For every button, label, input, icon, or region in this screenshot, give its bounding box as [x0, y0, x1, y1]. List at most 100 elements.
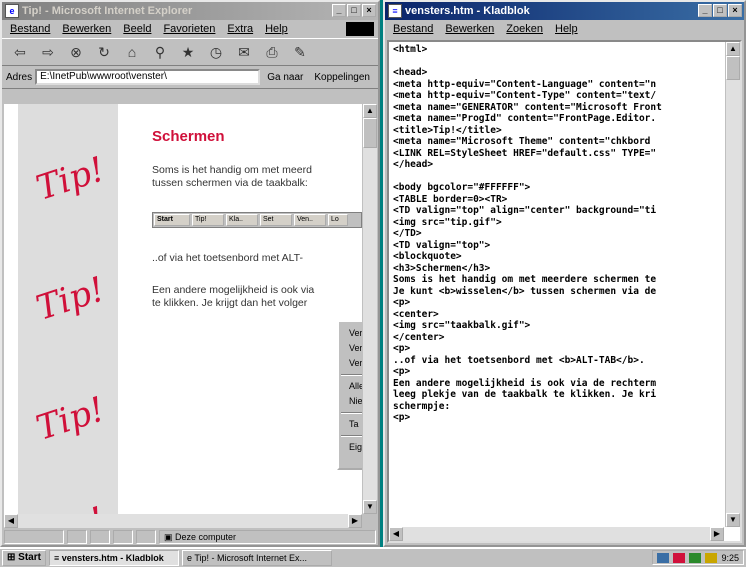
- code-line[interactable]: leeg plekje van de taakbalk te klikken. …: [393, 389, 722, 401]
- code-line[interactable]: schermpje:: [393, 401, 722, 413]
- notepad-app-icon: ≡: [388, 4, 402, 18]
- code-line[interactable]: <p>: [393, 412, 722, 424]
- print-icon[interactable]: ⎙: [262, 43, 282, 61]
- home-icon[interactable]: ⌂: [122, 43, 142, 61]
- menu-bewerken[interactable]: Bewerken: [62, 23, 111, 35]
- code-line[interactable]: <TD valign="top">: [393, 240, 722, 252]
- image-item: Lo: [328, 214, 348, 226]
- links-button[interactable]: Koppelingen: [310, 72, 374, 83]
- code-line[interactable]: <meta http-equiv="Content-Type" content=…: [393, 90, 722, 102]
- notepad-horizontal-scrollbar[interactable]: ◀ ▶: [389, 527, 724, 541]
- notepad-text-area[interactable]: <html> <head> <meta http-equiv="Content-L…: [387, 40, 742, 543]
- favorites-icon[interactable]: ★: [178, 43, 198, 61]
- ie-page-viewport[interactable]: Tip! Tip! Tip! Tip! Schermen Soms is het…: [4, 104, 362, 514]
- minimize-button[interactable]: _: [332, 4, 346, 17]
- code-line[interactable]: <h3>Schermen</h3>: [393, 263, 722, 275]
- maximize-button[interactable]: □: [347, 4, 361, 17]
- code-line[interactable]: <img src="tip.gif">: [393, 217, 722, 229]
- search-icon[interactable]: ⚲: [150, 43, 170, 61]
- close-button[interactable]: ×: [728, 4, 742, 17]
- clock[interactable]: 9:25: [721, 553, 739, 563]
- code-line[interactable]: <meta http-equiv="Content-Language" cont…: [393, 79, 722, 91]
- code-line[interactable]: <body bgcolor="#FFFFFF">: [393, 182, 722, 194]
- code-line[interactable]: </TD>: [393, 228, 722, 240]
- forward-icon[interactable]: ⇨: [38, 43, 58, 61]
- code-line[interactable]: <html>: [393, 44, 722, 56]
- tray-icon[interactable]: [657, 552, 670, 563]
- code-line[interactable]: Een andere mogelijkheid is ook via de re…: [393, 378, 722, 390]
- ie-horizontal-scrollbar[interactable]: ◀ ▶: [4, 514, 362, 528]
- scroll-right-button[interactable]: ▶: [710, 527, 724, 541]
- scroll-left-button[interactable]: ◀: [389, 527, 403, 541]
- tray-icon[interactable]: [689, 552, 702, 563]
- taskbar-button-ie[interactable]: e Tip! - Microsoft Internet Ex...: [181, 550, 332, 566]
- code-line[interactable]: <head>: [393, 67, 722, 79]
- notepad-title: vensters.htm - Kladblok: [405, 5, 530, 17]
- go-button[interactable]: Ga naar: [263, 72, 307, 83]
- code-line[interactable]: <blockquote>: [393, 251, 722, 263]
- close-button[interactable]: ×: [362, 4, 376, 17]
- maximize-button[interactable]: □: [713, 4, 727, 17]
- address-input[interactable]: E:\InetPub\wwwroot\venster\: [35, 69, 261, 85]
- minimize-button[interactable]: _: [698, 4, 712, 17]
- scroll-down-button[interactable]: ▼: [726, 513, 740, 527]
- scroll-up-button[interactable]: ▲: [726, 42, 740, 56]
- taskbar-button-notepad[interactable]: ≡ vensters.htm - Kladblok: [48, 550, 179, 566]
- back-icon[interactable]: ⇦: [10, 43, 30, 61]
- notepad-titlebar[interactable]: ≡ vensters.htm - Kladblok _ □ ×: [385, 2, 744, 20]
- menu-bewerken[interactable]: Bewerken: [445, 23, 494, 35]
- code-line[interactable]: </center>: [393, 332, 722, 344]
- code-line[interactable]: ..of via het toetsenbord met <b>ALT-TAB<…: [393, 355, 722, 367]
- code-line[interactable]: [393, 171, 722, 183]
- stop-icon[interactable]: ⊗: [66, 43, 86, 61]
- tray-icon[interactable]: [673, 552, 686, 563]
- code-line[interactable]: [393, 56, 722, 68]
- code-line[interactable]: Soms is het handig om met meerdere scher…: [393, 274, 722, 286]
- code-line[interactable]: <meta name="GENERATOR" content="Microsof…: [393, 102, 722, 114]
- code-line[interactable]: <title>Tip!</title>: [393, 125, 722, 137]
- taskbar-button-label: Tip! - Microsoft Internet Ex...: [194, 553, 308, 563]
- scroll-down-button[interactable]: ▼: [363, 500, 377, 514]
- edit-icon[interactable]: ✎: [290, 43, 310, 61]
- code-text[interactable]: <html> <head> <meta http-equiv="Content-L…: [393, 44, 722, 523]
- code-line[interactable]: <p>: [393, 297, 722, 309]
- menu-beeld[interactable]: Beeld: [123, 23, 151, 35]
- scroll-up-button[interactable]: ▲: [363, 104, 377, 118]
- mail-icon[interactable]: ✉: [234, 43, 254, 61]
- code-line[interactable]: <img src="taakbalk.gif">: [393, 320, 722, 332]
- code-line[interactable]: <TABLE border=0><TR>: [393, 194, 722, 206]
- menu-help[interactable]: Help: [265, 23, 288, 35]
- code-line[interactable]: </head>: [393, 159, 722, 171]
- ie-toolbar: ⇦ ⇨ ⊗ ↻ ⌂ ⚲ ★ ◷ ✉ ⎙ ✎: [2, 38, 378, 66]
- scroll-left-button[interactable]: ◀: [4, 514, 18, 528]
- code-line[interactable]: <center>: [393, 309, 722, 321]
- tip-image: Tip!: [31, 149, 110, 209]
- menu-favorieten[interactable]: Favorieten: [163, 23, 215, 35]
- scroll-thumb[interactable]: [363, 118, 377, 148]
- menu-extra[interactable]: Extra: [227, 23, 253, 35]
- code-line[interactable]: Je kunt <b>wisselen</b> tussen schermen …: [393, 286, 722, 298]
- code-line[interactable]: <p>: [393, 343, 722, 355]
- menu-help[interactable]: Help: [555, 23, 578, 35]
- notepad-small-icon: ≡: [53, 553, 62, 563]
- code-line[interactable]: <LINK REL=StyleSheet HREF="default.css" …: [393, 148, 722, 160]
- notepad-vertical-scrollbar[interactable]: ▲ ▼: [725, 42, 740, 527]
- image-item: Kla..: [226, 214, 258, 226]
- refresh-icon[interactable]: ↻: [94, 43, 114, 61]
- code-line[interactable]: <p>: [393, 366, 722, 378]
- ie-titlebar[interactable]: e Tip! - Microsoft Internet Explorer _ □…: [2, 2, 378, 20]
- scroll-right-button[interactable]: ▶: [348, 514, 362, 528]
- ie-vertical-scrollbar[interactable]: ▲ ▼: [362, 104, 377, 514]
- image-item: Start: [154, 214, 190, 226]
- menu-bestand[interactable]: Bestand: [393, 23, 433, 35]
- tip-image: Tip!: [31, 389, 110, 449]
- code-line[interactable]: <meta name="Microsoft Theme" content="ch…: [393, 136, 722, 148]
- scroll-thumb[interactable]: [726, 56, 740, 80]
- menu-bestand[interactable]: Bestand: [10, 23, 50, 35]
- menu-zoeken[interactable]: Zoeken: [506, 23, 543, 35]
- code-line[interactable]: <meta name="ProgId" content="FrontPage.E…: [393, 113, 722, 125]
- start-button[interactable]: ⊞ Start: [2, 550, 46, 566]
- history-icon[interactable]: ◷: [206, 43, 226, 61]
- tray-icon[interactable]: [705, 552, 718, 563]
- code-line[interactable]: <TD valign="top" align="center" backgrou…: [393, 205, 722, 217]
